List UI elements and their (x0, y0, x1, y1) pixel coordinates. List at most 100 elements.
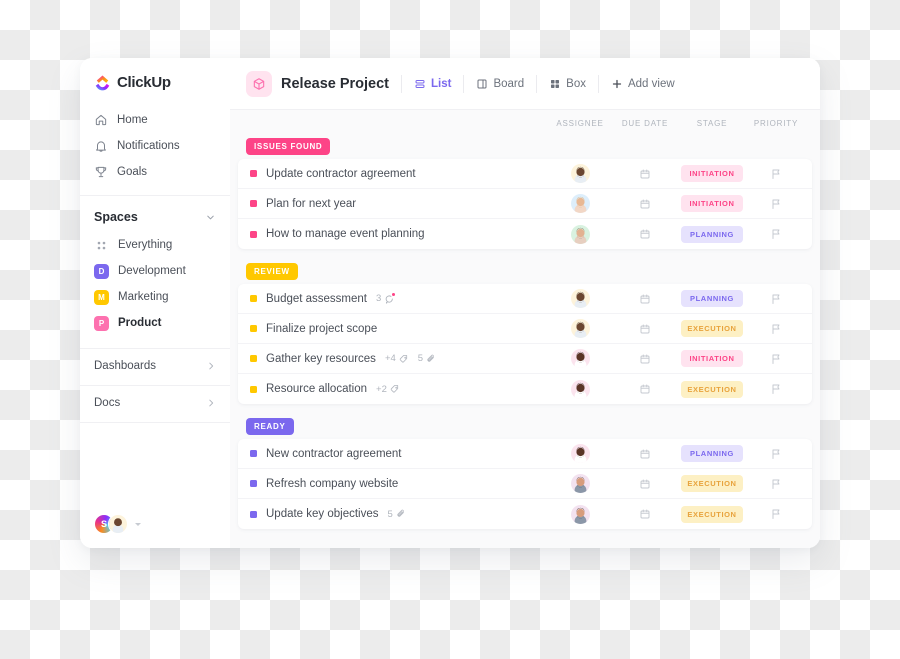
cell-assignee[interactable] (546, 319, 614, 338)
task-status-dot[interactable] (250, 200, 257, 207)
cell-stage[interactable]: PLANNING (676, 445, 748, 462)
table-row[interactable]: How to manage event planning PLANNING (238, 219, 812, 249)
stage-badge[interactable]: INITIATION (681, 165, 743, 182)
stage-badge[interactable]: INITIATION (681, 195, 743, 212)
task-status-dot[interactable] (250, 385, 257, 393)
stage-badge[interactable]: EXECUTION (681, 320, 743, 337)
table-row[interactable]: Budget assessment 3 PLANNING (238, 284, 812, 314)
cell-stage[interactable]: PLANNING (676, 290, 748, 307)
cell-due-date[interactable] (614, 323, 676, 335)
cell-assignee[interactable] (546, 289, 614, 308)
cell-due-date[interactable] (614, 478, 676, 490)
cell-due-date[interactable] (614, 353, 676, 365)
cell-stage[interactable]: EXECUTION (676, 475, 748, 492)
cell-stage[interactable]: INITIATION (676, 195, 748, 212)
task-status-dot[interactable] (250, 325, 257, 332)
avatar[interactable] (570, 194, 590, 213)
cell-priority[interactable] (748, 323, 804, 335)
sidebar-item-product[interactable]: P Product (88, 310, 222, 336)
cell-due-date[interactable] (614, 168, 676, 180)
cell-stage[interactable]: EXECUTION (676, 380, 748, 398)
table-row[interactable]: New contractor agreement PLANNING (238, 439, 812, 469)
cell-due-date[interactable] (614, 508, 676, 520)
nav-item-goals[interactable]: Goals (88, 159, 222, 185)
task-tag-count[interactable]: +4 (385, 353, 409, 364)
cell-assignee[interactable] (546, 444, 614, 463)
stage-badge[interactable]: EXECUTION (681, 505, 743, 523)
task-comment-count[interactable]: 3 (376, 292, 396, 304)
avatar[interactable] (570, 504, 590, 524)
cell-stage[interactable]: INITIATION (676, 165, 748, 182)
cell-due-date[interactable] (614, 448, 676, 460)
cell-due-date[interactable] (614, 383, 676, 395)
task-status-dot[interactable] (250, 170, 257, 177)
cell-stage[interactable]: EXECUTION (676, 320, 748, 337)
cell-priority[interactable] (748, 293, 804, 305)
cell-assignee[interactable] (546, 224, 614, 244)
cell-priority[interactable] (748, 478, 804, 490)
spaces-section-header[interactable]: Spaces (80, 196, 230, 232)
add-view-button[interactable]: Add view (599, 78, 687, 90)
cell-assignee[interactable] (546, 474, 614, 493)
cell-assignee[interactable] (546, 194, 614, 213)
sidebar-item-everything[interactable]: Everything (88, 232, 222, 258)
tab-list[interactable]: List (402, 78, 463, 90)
nav-item-notifications[interactable]: Notifications (88, 133, 222, 159)
caret-down-icon[interactable] (135, 522, 141, 526)
status-badge[interactable]: ISSUES FOUND (246, 138, 331, 155)
chevron-down-icon[interactable] (205, 212, 216, 223)
task-status-dot[interactable] (250, 480, 257, 487)
table-row[interactable]: Update key objectives 5 EXECUTION (238, 499, 812, 529)
stage-badge[interactable]: PLANNING (681, 290, 743, 307)
stage-badge[interactable]: PLANNING (681, 445, 743, 462)
cell-stage[interactable]: EXECUTION (676, 505, 748, 523)
cell-due-date[interactable] (614, 198, 676, 210)
task-status-dot[interactable] (250, 450, 257, 457)
task-status-dot[interactable] (250, 295, 257, 302)
status-badge[interactable]: READY (246, 418, 294, 435)
avatar[interactable] (570, 349, 590, 368)
sidebar-item-marketing[interactable]: M Marketing (88, 284, 222, 310)
cell-assignee[interactable] (546, 379, 614, 399)
table-row[interactable]: Plan for next year INITIATION (238, 189, 812, 219)
cell-priority[interactable] (748, 198, 804, 210)
task-status-dot[interactable] (250, 510, 257, 518)
table-row[interactable]: Resource allocation +2 EXECUTION (238, 374, 812, 404)
brand-logo[interactable]: ClickUp (80, 58, 230, 105)
cell-priority[interactable] (748, 353, 804, 365)
avatar[interactable] (570, 444, 590, 463)
sidebar-item-development[interactable]: D Development (88, 258, 222, 284)
sidebar-item-dashboards[interactable]: Dashboards (80, 349, 230, 383)
task-status-dot[interactable] (250, 230, 257, 238)
cell-assignee[interactable] (546, 164, 614, 183)
stage-badge[interactable]: PLANNING (681, 225, 743, 243)
cell-priority[interactable] (748, 383, 804, 395)
avatar[interactable] (570, 379, 590, 399)
status-badge[interactable]: REVIEW (246, 263, 298, 280)
avatar[interactable] (570, 289, 590, 308)
stage-badge[interactable]: EXECUTION (681, 380, 743, 398)
cell-stage[interactable]: INITIATION (676, 350, 748, 367)
cell-stage[interactable]: PLANNING (676, 225, 748, 243)
cell-priority[interactable] (748, 168, 804, 180)
stage-badge[interactable]: EXECUTION (681, 475, 743, 492)
user-avatar[interactable] (108, 514, 128, 534)
table-row[interactable]: Gather key resources +4 5 INITIATION (238, 344, 812, 374)
cell-priority[interactable] (748, 448, 804, 460)
table-row[interactable]: Finalize project scope EXECUTION (238, 314, 812, 344)
nav-item-home[interactable]: Home (88, 107, 222, 133)
cell-assignee[interactable] (546, 504, 614, 524)
cell-priority[interactable] (748, 228, 804, 240)
table-row[interactable]: Refresh company website EXECUTION (238, 469, 812, 499)
cell-due-date[interactable] (614, 293, 676, 305)
avatar[interactable] (570, 164, 590, 183)
avatar[interactable] (570, 319, 590, 338)
table-row[interactable]: Update contractor agreement INITIATION (238, 159, 812, 189)
task-attachment-count[interactable]: 5 (418, 353, 436, 364)
stage-badge[interactable]: INITIATION (681, 350, 743, 367)
account-avatars[interactable]: S (80, 514, 230, 548)
sidebar-item-docs[interactable]: Docs (80, 386, 230, 420)
tab-board[interactable]: Board (464, 78, 536, 90)
task-attachment-count[interactable]: 5 (388, 509, 406, 520)
avatar[interactable] (570, 224, 590, 244)
